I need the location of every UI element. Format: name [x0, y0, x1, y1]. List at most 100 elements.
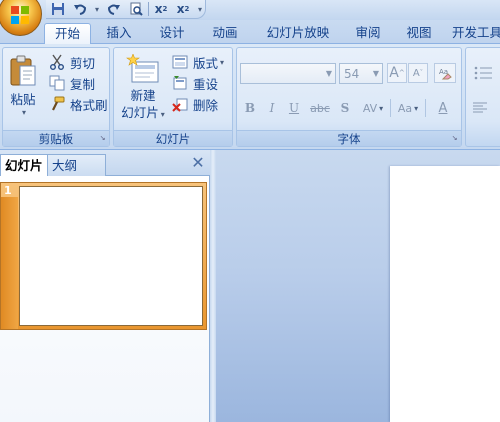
change-case-label: Aa [397, 101, 413, 115]
delete-label: 删除 [193, 97, 219, 113]
undo-button[interactable] [70, 1, 90, 18]
text-shadow-button[interactable]: S [335, 98, 355, 118]
superscript-label: x [154, 2, 163, 16]
tab-outline-pane[interactable]: 大纲 [48, 154, 106, 176]
character-spacing-dropdown-icon: ▾ [379, 103, 384, 113]
clear-formatting-icon: Aa [439, 68, 452, 80]
paste-label: 粘贴 [10, 92, 36, 107]
new-slide-button[interactable]: 新建 幻灯片 ▾ [117, 52, 169, 128]
tab-slides-pane[interactable]: 幻灯片 [0, 154, 48, 176]
font-size-combo[interactable]: 54 ▼ [339, 63, 383, 84]
ribbon-tabs: 开始 插入 设计 动画 幻灯片放映 审阅 视图 开发工具 [0, 20, 500, 45]
save-icon [52, 3, 64, 15]
change-case-button[interactable]: Aa ▾ [393, 98, 423, 118]
copy-button[interactable]: 复制 [49, 73, 95, 93]
print-preview-icon [130, 2, 143, 16]
redo-button[interactable] [104, 1, 124, 18]
change-case-dropdown-icon: ▾ [414, 103, 419, 113]
delete-icon [172, 96, 190, 112]
font-name-dropdown-icon: ▼ [325, 69, 332, 78]
tab-insert[interactable]: 插入 [99, 23, 139, 44]
font-size-value: 54 [344, 66, 360, 81]
format-painter-icon [49, 96, 67, 112]
delete-button[interactable]: 删除 [172, 94, 218, 114]
tab-animations[interactable]: 动画 [205, 23, 245, 44]
tab-design[interactable]: 设计 [152, 23, 192, 44]
italic-button[interactable]: I [262, 98, 282, 118]
new-slide-label-2-text: 幻灯片 [121, 105, 159, 120]
slides-pane-tabs: 幻灯片 大纲 ✕ [0, 150, 210, 176]
scissors-icon [49, 54, 67, 70]
slide-canvas[interactable] [390, 166, 500, 422]
subscript-label: x [176, 2, 185, 16]
copy-icon [49, 75, 67, 91]
character-spacing-label: AV [362, 101, 378, 115]
clipboard-launcher-icon[interactable]: ↘ [98, 134, 107, 143]
tab-slide-show[interactable]: 幻灯片放映 [258, 23, 338, 44]
clipboard-group: 粘贴 ▾ 剪切 复制 格式刷 剪贴板 ↘ [2, 47, 110, 147]
slide-editing-area [216, 150, 500, 422]
print-preview-button[interactable] [126, 1, 146, 18]
format-painter-button[interactable]: 格式刷 [49, 94, 108, 114]
close-icon[interactable]: ✕ [190, 155, 206, 171]
font-size-dropdown-icon: ▼ [372, 69, 379, 78]
strikethrough-button[interactable]: abc [307, 98, 333, 118]
reset-label: 重设 [193, 76, 219, 92]
slide-thumbnail[interactable] [19, 186, 203, 326]
slides-pane: 幻灯片 大纲 ✕ 1 [0, 150, 210, 422]
new-slide-label-1: 新建 [130, 88, 156, 103]
font-color-button[interactable]: A [428, 98, 458, 118]
new-slide-icon [126, 53, 159, 83]
layout-icon [172, 54, 190, 70]
align-left-button[interactable] [469, 98, 491, 118]
slides-group-label: 幻灯片 [114, 130, 232, 146]
cut-label: 剪切 [70, 55, 96, 71]
grow-font-button[interactable]: A ^ [387, 63, 407, 83]
new-slide-dropdown-icon: ▾ [160, 110, 165, 119]
shrink-font-label: A [412, 67, 420, 79]
copy-label: 复制 [70, 76, 96, 92]
format-painter-label: 格式刷 [70, 97, 108, 113]
subscript-button[interactable]: x2 [173, 1, 193, 18]
superscript-button[interactable]: x2 [151, 1, 171, 18]
slide-thumbnail-strip [1, 197, 18, 329]
tab-developer[interactable]: 开发工具 [452, 23, 500, 44]
slides-thumbnail-list: 1 [0, 176, 209, 422]
underline-button[interactable]: U [284, 98, 304, 118]
clear-formatting-button[interactable]: Aa [434, 63, 456, 83]
tab-home[interactable]: 开始 [44, 23, 91, 45]
clipboard-group-label: 剪贴板 [3, 130, 109, 146]
tab-view[interactable]: 视图 [399, 23, 439, 44]
font-group-label: 字体 [237, 130, 461, 146]
shrink-font-caret-icon: ˇ [419, 69, 424, 77]
quick-access-toolbar: ▾ x2 x2 ▾ [46, 0, 206, 19]
slide-thumbnail-selection[interactable]: 1 [0, 182, 207, 330]
font-name-combo[interactable]: ▼ [240, 63, 336, 84]
font-launcher-icon[interactable]: ↘ [450, 134, 459, 143]
title-bar: ▾ x2 x2 ▾ [0, 0, 500, 36]
paste-button[interactable]: 粘贴 ▾ [6, 52, 40, 126]
bullets-button[interactable] [469, 63, 499, 83]
reset-button[interactable]: 重设 [172, 73, 218, 93]
font-color-label: A [438, 100, 448, 116]
reset-icon [172, 75, 190, 91]
ribbon: 粘贴 ▾ 剪切 复制 格式刷 剪贴板 ↘ 新建 幻灯片 ▾ 版式 ▾ 重设 删除… [0, 44, 500, 150]
shrink-font-button[interactable]: Aˇ [408, 63, 428, 83]
font-group: ▼ 54 ▼ A ^ Aˇ Aa B I U abc S AV ▾ Aa ▾ A 字体 [236, 47, 462, 147]
undo-icon [74, 4, 87, 15]
tab-review[interactable]: 审阅 [348, 23, 388, 44]
paragraph-group [465, 47, 500, 147]
paste-icon [10, 55, 36, 86]
save-button[interactable] [48, 1, 68, 18]
customize-qat-button[interactable]: ▾ [195, 1, 205, 18]
slides-group: 新建 幻灯片 ▾ 版式 ▾ 重设 删除 幻灯片 [113, 47, 233, 147]
bullets-icon [474, 66, 492, 80]
slide-number: 1 [4, 184, 12, 197]
bold-button[interactable]: B [240, 98, 260, 118]
new-slide-label-2: 幻灯片 ▾ [117, 104, 169, 123]
cut-button[interactable]: 剪切 [49, 52, 95, 72]
undo-dropdown[interactable]: ▾ [92, 1, 102, 18]
qat-separator [148, 2, 149, 16]
layout-button[interactable]: 版式 ▾ [172, 52, 224, 72]
character-spacing-button[interactable]: AV ▾ [358, 98, 388, 118]
